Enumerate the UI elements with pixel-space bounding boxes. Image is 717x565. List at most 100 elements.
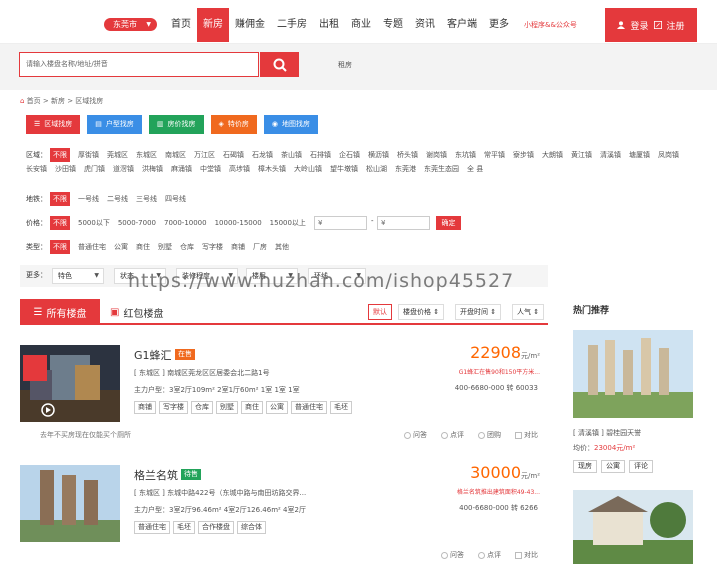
area-option[interactable]: 道滘镇 xyxy=(113,162,134,176)
feature-dropdown[interactable]: 特色 ▼ xyxy=(52,268,104,284)
nav-news[interactable]: 资讯 xyxy=(409,8,441,42)
metro-option[interactable]: 三号线 xyxy=(136,192,157,206)
type-option[interactable]: 不限 xyxy=(50,240,70,254)
compare-action[interactable]: 对比 xyxy=(515,430,538,440)
type-option[interactable]: 商铺 xyxy=(231,240,245,254)
area-option[interactable]: 大岭山镇 xyxy=(294,162,322,176)
area-option[interactable]: 常平镇 xyxy=(484,148,505,162)
area-option[interactable]: 长安镇 xyxy=(26,162,47,176)
sort-popularity[interactable]: 人气 ⇕ xyxy=(512,304,545,320)
rent-link[interactable]: 租房 xyxy=(338,60,352,70)
area-option[interactable]: 厚街镇 xyxy=(78,148,99,162)
listing-photo[interactable] xyxy=(20,345,120,422)
listing-promo[interactable]: 格兰名筑推出建筑面积49-43... xyxy=(457,487,540,496)
nav-new-house[interactable]: 新房 xyxy=(197,8,229,42)
type-option[interactable]: 写字楼 xyxy=(202,240,223,254)
price-confirm-button[interactable]: 确定 xyxy=(436,216,461,230)
area-option[interactable]: 茶山镇 xyxy=(281,148,302,162)
tab-special-price[interactable]: ◈ 特价房 xyxy=(210,115,257,134)
breadcrumb-text[interactable]: 首页 > 新房 > 区域找房 xyxy=(27,97,104,105)
nav-rent[interactable]: 出租 xyxy=(313,8,345,42)
nav-second-hand[interactable]: 二手房 xyxy=(271,8,313,42)
area-option[interactable]: 清溪镇 xyxy=(600,148,621,162)
area-option[interactable]: 麻涌镇 xyxy=(171,162,192,176)
group-buy-action[interactable]: 团购 xyxy=(478,430,501,440)
type-option[interactable]: 别墅 xyxy=(158,240,172,254)
metro-option[interactable]: 四号线 xyxy=(165,192,186,206)
price-max-input[interactable]: ¥ xyxy=(377,216,430,230)
area-option[interactable]: 东坑镇 xyxy=(455,148,476,162)
area-option[interactable]: 大朗镇 xyxy=(542,148,563,162)
area-option[interactable]: 东莞港 xyxy=(395,162,416,176)
area-option[interactable]: 石排镇 xyxy=(310,148,331,162)
listing-item[interactable]: 格兰名筑 待售 [ 东城区 ] 东城中路422号（东城中路与南田坊路交界... … xyxy=(20,463,548,565)
hot-photo[interactable] xyxy=(573,330,693,418)
listing-name[interactable]: G1蜂汇 xyxy=(134,347,172,363)
nav-topics[interactable]: 专题 xyxy=(377,8,409,42)
price-option[interactable]: 5000以下 xyxy=(78,216,110,230)
type-option[interactable]: 商住 xyxy=(136,240,150,254)
area-option[interactable]: 望牛墩镇 xyxy=(330,162,358,176)
sort-open-time[interactable]: 开盘时间 ⇕ xyxy=(455,304,502,320)
area-option[interactable]: 黄江镇 xyxy=(571,148,592,162)
hot-photo[interactable] xyxy=(573,490,693,564)
compare-action[interactable]: 对比 xyxy=(515,550,538,560)
type-option[interactable]: 其他 xyxy=(275,240,289,254)
price-option[interactable]: 5000-7000 xyxy=(118,216,156,230)
area-option[interactable]: 凤岗镇 xyxy=(658,148,679,162)
area-option[interactable]: 企石镇 xyxy=(339,148,360,162)
price-option[interactable]: 不限 xyxy=(50,216,70,230)
listing-item[interactable]: G1蜂汇 在售 [ 东城区 ] 南城区莞龙区区居委会北二路1号 主力户型：3室2… xyxy=(20,343,548,445)
price-option[interactable]: 7000-10000 xyxy=(164,216,207,230)
area-option[interactable]: 横沥镇 xyxy=(368,148,389,162)
register-button[interactable]: 注册 xyxy=(667,19,685,32)
nav-more[interactable]: 更多 xyxy=(483,8,515,42)
tab-area-find[interactable]: ☰ 区域找房 xyxy=(26,115,81,134)
type-option[interactable]: 厂房 xyxy=(253,240,267,254)
metro-option[interactable]: 二号线 xyxy=(107,192,128,206)
area-option[interactable]: 松山湖 xyxy=(366,162,387,176)
tab-price-find[interactable]: ▥ 房价找房 xyxy=(148,115,204,134)
review-action[interactable]: 点评 xyxy=(478,550,501,560)
listing-name[interactable]: 格兰名筑 xyxy=(134,467,178,483)
area-option[interactable]: 谢岗镇 xyxy=(426,148,447,162)
tab-all-projects[interactable]: ☰ 所有楼盘 xyxy=(20,299,100,325)
sort-price[interactable]: 楼盘价格 ⇕ xyxy=(398,304,445,320)
area-option[interactable]: 东城区 xyxy=(136,148,157,162)
search-button[interactable] xyxy=(260,52,299,77)
metro-option[interactable]: 不限 xyxy=(50,192,70,206)
metro-option[interactable]: 一号线 xyxy=(78,192,99,206)
area-option[interactable]: 虎门镇 xyxy=(84,162,105,176)
tab-red-packet-projects[interactable]: ▣ 红包楼盘 xyxy=(110,305,163,320)
tab-map-find[interactable]: ◉ 地图找房 xyxy=(263,115,319,134)
type-option[interactable]: 公寓 xyxy=(114,240,128,254)
nav-commercial[interactable]: 商业 xyxy=(345,8,377,42)
review-action[interactable]: 点评 xyxy=(441,430,464,440)
sort-default[interactable]: 默认 xyxy=(368,304,392,320)
nav-home[interactable]: 首页 xyxy=(165,8,197,42)
area-option[interactable]: 石龙镇 xyxy=(252,148,273,162)
area-option[interactable]: 莞城区 xyxy=(107,148,128,162)
qa-action[interactable]: 问答 xyxy=(441,550,464,560)
nav-client[interactable]: 客户端 xyxy=(441,8,483,42)
price-min-input[interactable]: ¥ xyxy=(314,216,367,230)
area-option[interactable]: 桥头镇 xyxy=(397,148,418,162)
area-option[interactable]: 樟木头镇 xyxy=(258,162,286,176)
nav-commission[interactable]: 赚佣金 xyxy=(229,8,271,42)
area-option[interactable]: 南城区 xyxy=(165,148,186,162)
area-option[interactable]: 洪梅镇 xyxy=(142,162,163,176)
area-option[interactable]: 石碣镇 xyxy=(223,148,244,162)
area-option[interactable]: 全 县 xyxy=(467,162,483,176)
area-option[interactable]: 高埗镇 xyxy=(229,162,250,176)
hot-project-name[interactable]: [ 清溪镇 ] 碧桂园天誉 xyxy=(573,428,641,438)
mini-program-link[interactable]: 小程序&&公众号 xyxy=(524,20,577,30)
city-selector[interactable]: 东莞市 ▼ xyxy=(104,18,157,31)
area-option[interactable]: 塘厦镇 xyxy=(629,148,650,162)
listing-promo[interactable]: G1蜂汇在售90和150平方米... xyxy=(459,367,540,376)
listing-photo[interactable] xyxy=(20,465,120,542)
login-button[interactable]: 登录 xyxy=(630,19,648,32)
area-option[interactable]: 沙田镇 xyxy=(55,162,76,176)
area-option[interactable]: 万江区 xyxy=(194,148,215,162)
price-option[interactable]: 15000以上 xyxy=(270,216,306,230)
search-input[interactable]: 请输入楼盘名称/地址/拼音 xyxy=(19,52,259,77)
